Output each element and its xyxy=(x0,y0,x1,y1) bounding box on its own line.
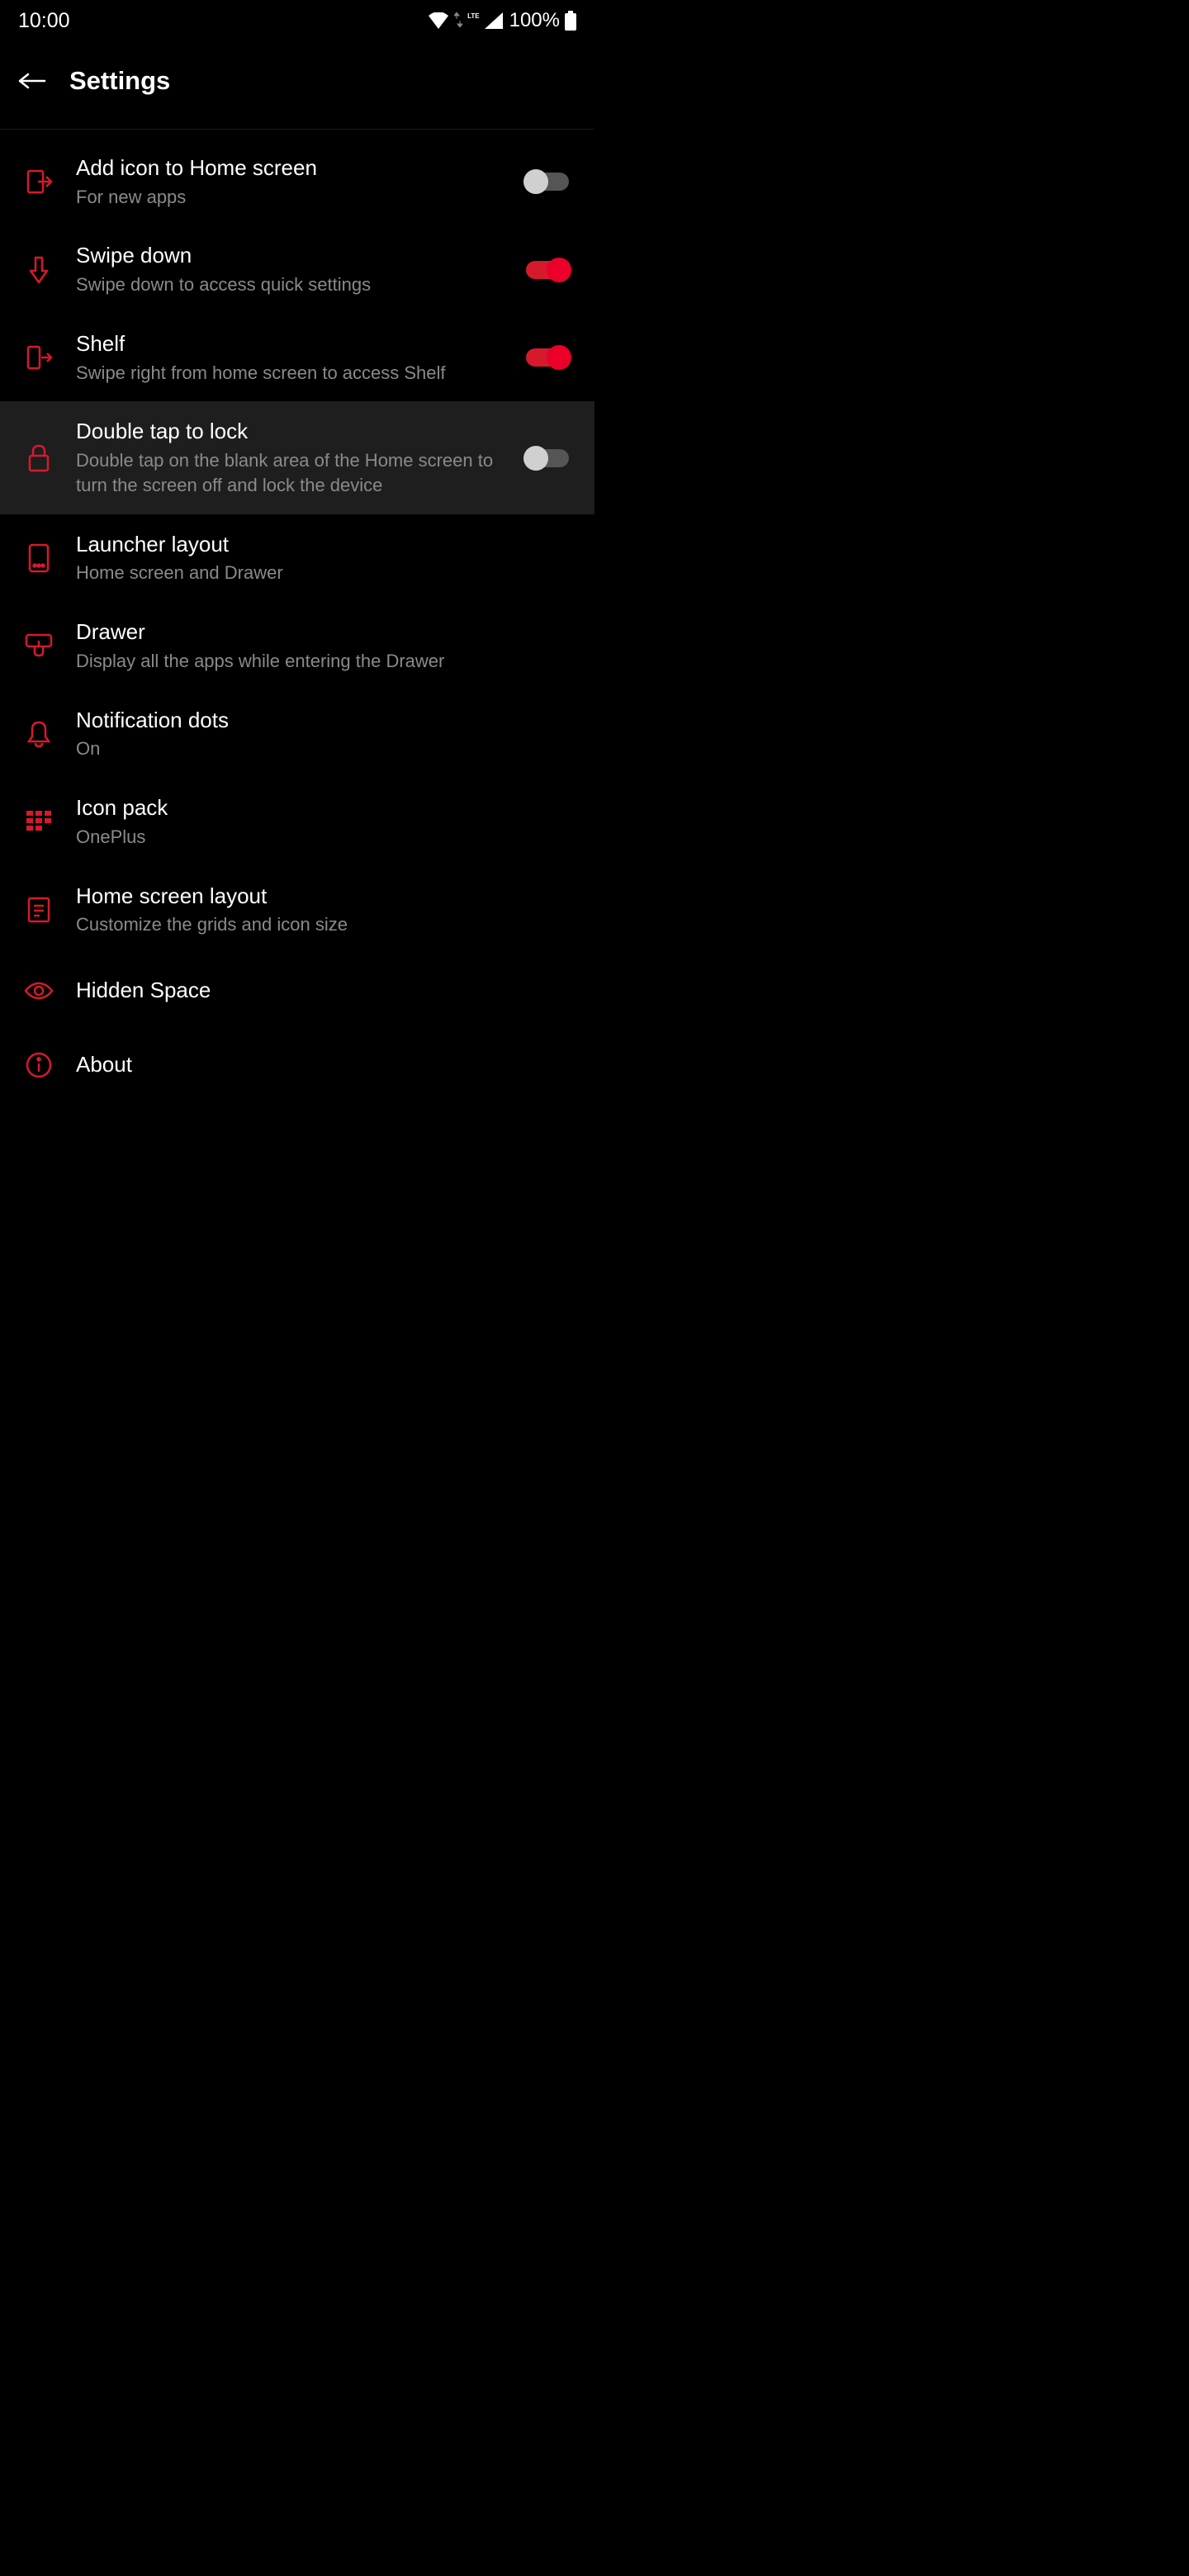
row-content: About xyxy=(76,1051,571,1079)
row-subtitle: Home screen and Drawer xyxy=(76,561,563,585)
bell-icon xyxy=(23,718,54,750)
header: Settings xyxy=(0,41,594,129)
drawer-icon xyxy=(23,630,54,661)
lte-label: LTE xyxy=(467,12,480,20)
row-subtitle: Customize the grids and icon size xyxy=(76,912,563,937)
battery-icon xyxy=(565,11,576,31)
export-icon xyxy=(23,166,54,197)
row-title: Shelf xyxy=(76,330,494,358)
status-bar: 10:00 LTE 100% xyxy=(0,0,594,41)
row-home-screen-layout[interactable]: Home screen layout Customize the grids a… xyxy=(0,866,594,954)
settings-list: Add icon to Home screen For new apps Swi… xyxy=(0,130,594,1102)
row-title: About xyxy=(76,1051,563,1079)
wifi-icon xyxy=(428,12,449,29)
eye-icon xyxy=(23,975,54,1006)
row-launcher-layout[interactable]: Launcher layout Home screen and Drawer xyxy=(0,514,594,602)
row-title: Swipe down xyxy=(76,242,494,270)
document-icon xyxy=(23,894,54,926)
row-content: Swipe down Swipe down to access quick se… xyxy=(76,242,502,296)
toggle-shelf[interactable] xyxy=(523,345,571,370)
row-subtitle: Swipe down to access quick settings xyxy=(76,272,494,297)
row-swipe-down[interactable]: Swipe down Swipe down to access quick se… xyxy=(0,225,594,313)
row-title: Double tap to lock xyxy=(76,418,494,446)
row-content: Icon pack OnePlus xyxy=(76,794,571,849)
status-time: 10:00 xyxy=(18,9,70,33)
row-subtitle: For new apps xyxy=(76,185,494,210)
row-icon-pack[interactable]: Icon pack OnePlus xyxy=(0,778,594,865)
row-content: Shelf Swipe right from home screen to ac… xyxy=(76,330,502,385)
row-title: Launcher layout xyxy=(76,531,563,559)
row-title: Hidden Space xyxy=(76,977,563,1005)
toggle-add-icon[interactable] xyxy=(523,169,571,194)
phone-icon xyxy=(23,542,54,574)
row-subtitle: Swipe right from home screen to access S… xyxy=(76,361,494,386)
row-subtitle: Double tap on the blank area of the Home… xyxy=(76,448,494,497)
row-subtitle: On xyxy=(76,736,563,761)
row-title: Icon pack xyxy=(76,794,563,822)
lock-icon xyxy=(23,443,54,474)
arrow-down-icon xyxy=(23,254,54,286)
info-icon xyxy=(23,1049,54,1081)
row-hidden-space[interactable]: Hidden Space xyxy=(0,954,594,1028)
row-notification-dots[interactable]: Notification dots On xyxy=(0,690,594,778)
row-content: Drawer Display all the apps while enteri… xyxy=(76,618,571,673)
row-title: Add icon to Home screen xyxy=(76,154,494,182)
row-add-icon-home[interactable]: Add icon to Home screen For new apps xyxy=(0,138,594,225)
row-content: Double tap to lock Double tap on the bla… xyxy=(76,418,502,497)
row-content: Launcher layout Home screen and Drawer xyxy=(76,531,571,585)
toggle-swipe-down[interactable] xyxy=(523,258,571,282)
row-content: Home screen layout Customize the grids a… xyxy=(76,883,571,937)
row-content: Add icon to Home screen For new apps xyxy=(76,154,502,209)
battery-percent: 100% xyxy=(509,9,560,32)
row-shelf[interactable]: Shelf Swipe right from home screen to ac… xyxy=(0,314,594,401)
row-title: Drawer xyxy=(76,618,563,646)
toggle-double-tap[interactable] xyxy=(523,446,571,471)
back-arrow-icon[interactable] xyxy=(18,73,46,89)
status-right: LTE 100% xyxy=(428,9,576,33)
row-content: Notification dots On xyxy=(76,707,571,761)
grid-icon xyxy=(23,806,54,837)
row-title: Home screen layout xyxy=(76,883,563,911)
row-double-tap-lock[interactable]: Double tap to lock Double tap on the bla… xyxy=(0,401,594,514)
row-title: Notification dots xyxy=(76,707,563,735)
row-subtitle: Display all the apps while entering the … xyxy=(76,649,563,674)
row-about[interactable]: About xyxy=(0,1028,594,1102)
row-content: Hidden Space xyxy=(76,977,571,1005)
data-arrows-icon xyxy=(454,9,462,33)
shelf-icon xyxy=(23,342,54,373)
row-subtitle: OnePlus xyxy=(76,825,563,850)
row-drawer[interactable]: Drawer Display all the apps while enteri… xyxy=(0,602,594,689)
page-title: Settings xyxy=(69,66,170,96)
signal-icon xyxy=(485,12,503,29)
